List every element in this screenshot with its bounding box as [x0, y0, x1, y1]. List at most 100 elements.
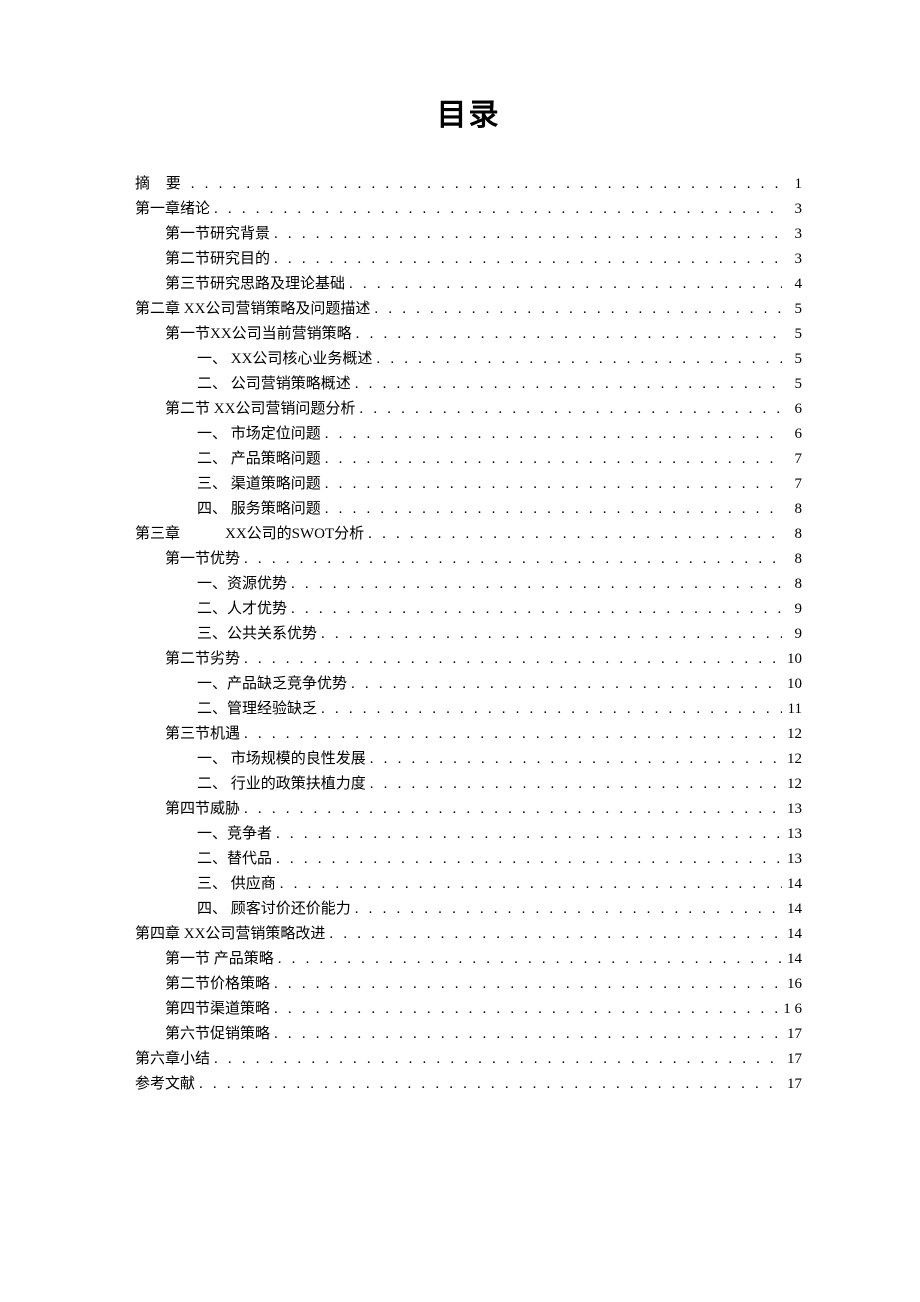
- toc-entry-label: 三、 渠道策略问题: [197, 472, 321, 497]
- toc-leader-dots: [351, 897, 782, 922]
- toc-entry-page: 10: [782, 647, 802, 672]
- toc-leader-dots: [270, 1022, 782, 1047]
- toc-entry-label: 第四节威胁: [165, 797, 240, 822]
- toc-entry: 第三节机遇 12: [135, 722, 802, 747]
- toc-entry: 第四节渠道策略1 6: [135, 997, 802, 1022]
- toc-leader-dots: [321, 497, 782, 522]
- toc-entry-page: 8: [782, 497, 802, 522]
- toc-entry: 二、 产品策略问题7: [135, 447, 802, 472]
- toc-entry-page: 13: [782, 797, 802, 822]
- toc-entry-page: 3: [782, 247, 802, 272]
- toc-entry-page: 13: [782, 847, 802, 872]
- toc-entry-label: 第一节优势: [165, 547, 240, 572]
- toc-entry-page: 3: [782, 197, 802, 222]
- toc-leader-dots: [240, 547, 782, 572]
- toc-entry-label: 第三章 XX公司的SWOT分析: [135, 522, 364, 547]
- toc-leader-dots: [355, 397, 782, 422]
- toc-leader-dots: [351, 372, 782, 397]
- toc-entry-label: 摘 要: [135, 172, 187, 197]
- toc-leader-dots: [352, 322, 782, 347]
- toc-entry-page: 8: [782, 547, 802, 572]
- toc-leader-dots: [210, 1047, 782, 1072]
- toc-entry: 四、 服务策略问题8: [135, 497, 802, 522]
- toc-entry-page: 3: [782, 222, 802, 247]
- toc-entry-page: 12: [782, 722, 802, 747]
- toc-leader-dots: [270, 247, 782, 272]
- toc-entry-label: 二、替代品: [197, 847, 272, 872]
- toc-entry-label: 第二节价格策略: [165, 972, 270, 997]
- toc-entry: 第二节价格策略 16: [135, 972, 802, 997]
- toc-entry-page: 14: [782, 872, 802, 897]
- toc-entry-page: 17: [782, 1072, 802, 1097]
- toc-entry: 第六节促销策略17: [135, 1022, 802, 1047]
- toc-entry: 第一章绪论3: [135, 197, 802, 222]
- toc-entry-label: 第一节研究背景: [165, 222, 270, 247]
- page-title: 目录: [135, 90, 802, 134]
- toc-entry-label: 二、 行业的政策扶植力度: [197, 772, 366, 797]
- toc-entry: 一、 XX公司核心业务概述5: [135, 347, 802, 372]
- toc-entry-page: 12: [782, 747, 802, 772]
- toc-entry-label: 二、人才优势: [197, 597, 287, 622]
- toc-entry-page: 9: [782, 622, 802, 647]
- toc-entry-page: 6: [782, 397, 802, 422]
- toc-leader-dots: [321, 422, 782, 447]
- toc-entry: 参考文献 17: [135, 1072, 802, 1097]
- toc-leader-dots: [321, 472, 782, 497]
- toc-leader-dots: [364, 522, 782, 547]
- toc-entry: 三、公共关系优势9: [135, 622, 802, 647]
- toc-entry: 第二节 XX公司营销问题分析6: [135, 397, 802, 422]
- toc-entry-page: 17: [782, 1022, 802, 1047]
- toc-leader-dots: [187, 172, 782, 197]
- toc-entry-label: 第一节XX公司当前营销策略: [165, 322, 352, 347]
- toc-leader-dots: [270, 222, 782, 247]
- toc-entry-label: 第三节研究思路及理论基础: [165, 272, 345, 297]
- toc-leader-dots: [287, 572, 782, 597]
- toc-entry-page: 8: [782, 522, 802, 547]
- toc-leader-dots: [270, 997, 779, 1022]
- toc-entry: 二、管理经验缺乏11: [135, 697, 802, 722]
- toc-entry-page: 13: [782, 822, 802, 847]
- toc-entry-page: 5: [782, 322, 802, 347]
- toc-entry-page: 6: [782, 422, 802, 447]
- toc-leader-dots: [272, 822, 782, 847]
- toc-entry-label: 第四节渠道策略: [165, 997, 270, 1022]
- toc-entry-label: 第二节劣势: [165, 647, 240, 672]
- toc-leader-dots: [240, 722, 782, 747]
- toc-entry: 一、 市场定位问题6: [135, 422, 802, 447]
- toc-entry: 第一节研究背景 3: [135, 222, 802, 247]
- toc-leader-dots: [317, 697, 782, 722]
- toc-entry-page: 16: [782, 972, 802, 997]
- toc-entry: 第三章 XX公司的SWOT分析 8: [135, 522, 802, 547]
- toc-entry-page: 9: [782, 597, 802, 622]
- toc-entry: 第二节研究目的3: [135, 247, 802, 272]
- toc-entry-label: 一、 XX公司核心业务概述: [197, 347, 372, 372]
- toc-entry-page: 4: [782, 272, 802, 297]
- toc-entry-page: 8: [782, 572, 802, 597]
- toc-leader-dots: [325, 922, 782, 947]
- toc-leader-dots: [195, 1072, 782, 1097]
- toc-leader-dots: [370, 297, 782, 322]
- toc-entry: 四、 顾客讨价还价能力 14: [135, 897, 802, 922]
- toc-leader-dots: [210, 197, 782, 222]
- toc-entry: 二、人才优势 9: [135, 597, 802, 622]
- toc-entry: 一、竞争者13: [135, 822, 802, 847]
- toc-entry: 摘 要1: [135, 172, 802, 197]
- toc-leader-dots: [276, 872, 782, 897]
- toc-leader-dots: [240, 797, 782, 822]
- toc-leader-dots: [287, 597, 782, 622]
- toc-entry-label: 四、 顾客讨价还价能力: [197, 897, 351, 922]
- toc-entry-page: 14: [782, 897, 802, 922]
- toc-leader-dots: [274, 947, 782, 972]
- toc-entry: 第一节优势 8: [135, 547, 802, 572]
- toc-leader-dots: [240, 647, 782, 672]
- toc-entry-page: 17: [782, 1047, 802, 1072]
- toc-entry-label: 参考文献: [135, 1072, 195, 1097]
- toc-leader-dots: [321, 447, 782, 472]
- toc-entry-page: 14: [782, 947, 802, 972]
- toc-leader-dots: [366, 747, 782, 772]
- toc-entry-label: 一、资源优势: [197, 572, 287, 597]
- table-of-contents: 摘 要1第一章绪论3第一节研究背景3第二节研究目的3第三节研究思路及理论基础4第…: [135, 172, 802, 1097]
- toc-leader-dots: [317, 622, 782, 647]
- toc-leader-dots: [345, 272, 782, 297]
- toc-entry-label: 第三节机遇: [165, 722, 240, 747]
